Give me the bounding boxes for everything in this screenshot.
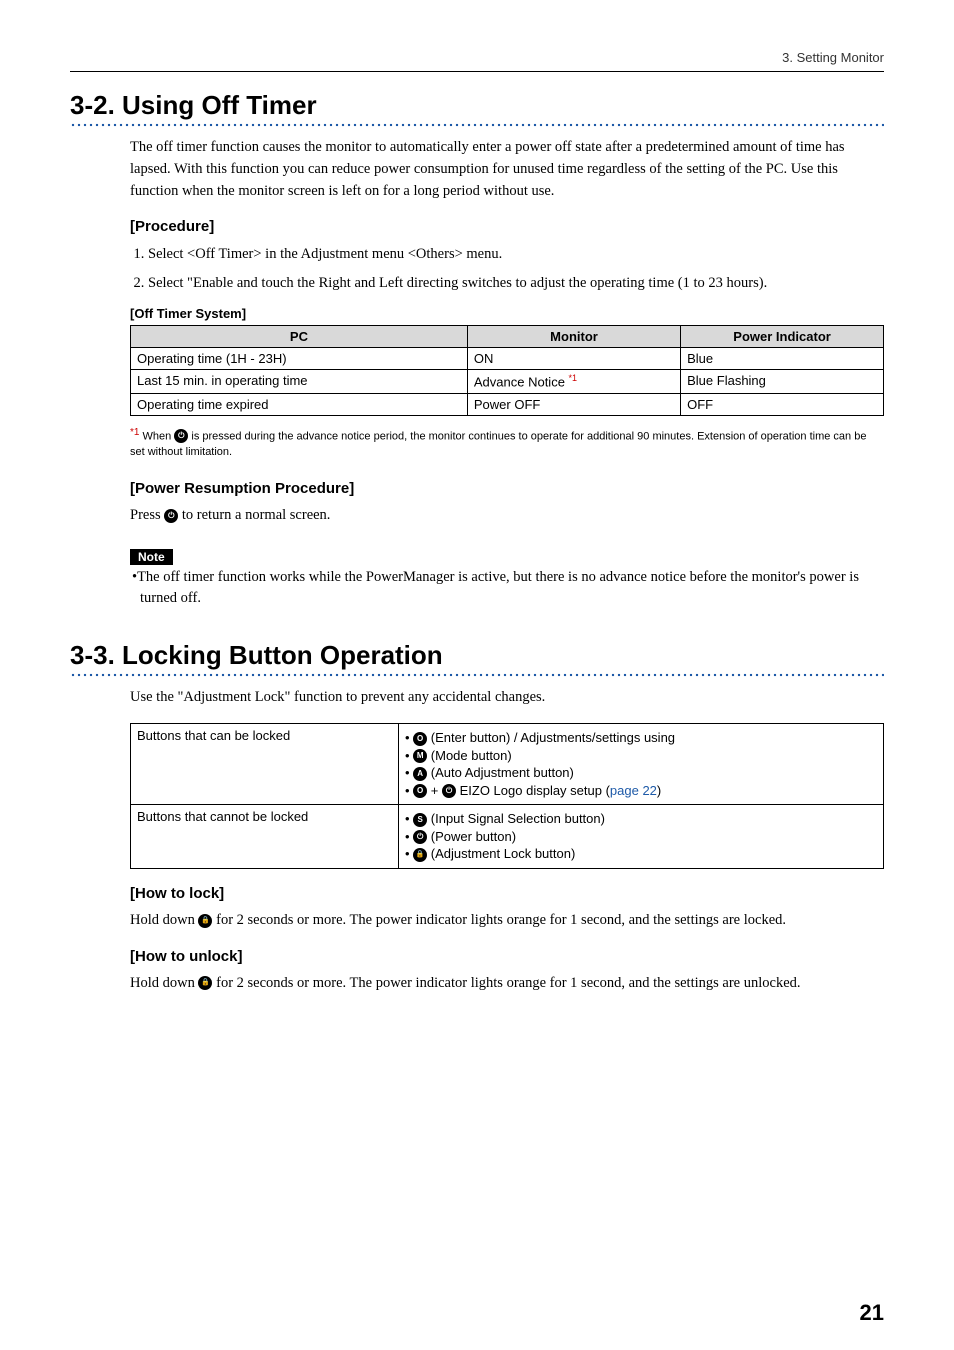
section-3-2-title: 3-2. Using Off Timer	[70, 90, 884, 121]
lock-table: Buttons that can be locked O (Enter butt…	[130, 723, 884, 869]
table-row: Operating time expired Power OFF OFF	[131, 393, 884, 415]
non-lockable-items: S (Input Signal Selection button) ⏻ (Pow…	[399, 805, 884, 869]
section-3-3-title: 3-3. Locking Button Operation	[70, 640, 884, 671]
footnote-prefix: When	[143, 430, 175, 442]
off-timer-table: PC Monitor Power Indicator Operating tim…	[130, 325, 884, 415]
cell: ON	[467, 348, 680, 370]
text: Press	[130, 507, 164, 523]
table-row: Buttons that can be locked O (Enter butt…	[131, 723, 884, 804]
enter-icon: O	[413, 732, 427, 746]
section-3-2-intro: The off timer function causes the monito…	[130, 137, 884, 202]
breadcrumb: 3. Setting Monitor	[70, 50, 884, 65]
power-icon: ⏻	[413, 830, 427, 844]
lockable-item-logo: O + ⏻ EIZO Logo display setup (page 22)	[405, 783, 877, 799]
table-row: Buttons that cannot be locked S (Input S…	[131, 805, 884, 869]
power-icon: ⏻	[174, 429, 188, 443]
cell: Operating time expired	[131, 393, 468, 415]
header-rule	[70, 71, 884, 72]
note-label: Note	[130, 549, 173, 565]
lock-icon: 🔒	[198, 976, 212, 990]
procedure-step-1: Select <Off Timer> in the Adjustment men…	[148, 243, 884, 265]
mode-icon: M	[413, 749, 427, 763]
section-3-3-intro: Use the "Adjustment Lock" function to pr…	[130, 687, 884, 709]
table-header-monitor: Monitor	[467, 326, 680, 348]
auto-icon: A	[413, 767, 427, 781]
cell: Advance Notice *1	[467, 370, 680, 393]
lockable-item-auto: A (Auto Adjustment button)	[405, 765, 877, 781]
cell: Operating time (1H - 23H)	[131, 348, 468, 370]
lockable-label: Buttons that can be locked	[131, 723, 399, 804]
dotted-rule	[70, 123, 884, 127]
table-header-power-indicator: Power Indicator	[681, 326, 884, 348]
footnote: *1 When ⏻ is pressed during the advance …	[130, 426, 884, 460]
procedure-heading: [Procedure]	[130, 218, 884, 235]
cell: Last 15 min. in operating time	[131, 370, 468, 393]
table-row: Operating time (1H - 23H) ON Blue	[131, 348, 884, 370]
lock-icon: 🔒	[413, 848, 427, 862]
power-icon: ⏻	[442, 784, 456, 798]
power-resumption-heading: [Power Resumption Procedure]	[130, 480, 884, 497]
non-lockable-label: Buttons that cannot be locked	[131, 805, 399, 869]
procedure-list: Select <Off Timer> in the Adjustment men…	[130, 243, 884, 294]
page-number: 21	[860, 1300, 884, 1326]
non-lockable-item-lock: 🔒 (Adjustment Lock button)	[405, 846, 877, 862]
footnote-body: is pressed during the advance notice per…	[130, 430, 866, 457]
non-lockable-item-signal: S (Input Signal Selection button)	[405, 811, 877, 827]
signal-icon: S	[413, 813, 427, 827]
how-to-lock-text: Hold down 🔒 for 2 seconds or more. The p…	[130, 910, 884, 932]
how-to-unlock-heading: [How to unlock]	[130, 948, 884, 965]
footnote-ref: *1	[569, 373, 578, 383]
cell: Blue	[681, 348, 884, 370]
enter-icon: O	[413, 784, 427, 798]
lock-icon: 🔒	[198, 914, 212, 928]
lockable-item-enter: O (Enter button) / Adjustments/settings …	[405, 730, 877, 746]
lockable-items: O (Enter button) / Adjustments/settings …	[399, 723, 884, 804]
text: to return a normal screen.	[178, 507, 330, 523]
power-icon: ⏻	[164, 509, 178, 523]
cell: Blue Flashing	[681, 370, 884, 393]
table-row: Last 15 min. in operating time Advance N…	[131, 370, 884, 393]
cell: Power OFF	[467, 393, 680, 415]
dotted-rule	[70, 673, 884, 677]
footnote-marker: *1	[130, 427, 139, 438]
cell: OFF	[681, 393, 884, 415]
how-to-unlock-text: Hold down 🔒 for 2 seconds or more. The p…	[130, 973, 884, 995]
power-resumption-text: Press ⏻ to return a normal screen.	[130, 505, 884, 527]
how-to-lock-heading: [How to lock]	[130, 885, 884, 902]
table-header-pc: PC	[131, 326, 468, 348]
procedure-step-2: Select "Enable and touch the Right and L…	[148, 272, 884, 294]
off-timer-system-heading: [Off Timer System]	[130, 306, 884, 321]
non-lockable-item-power: ⏻ (Power button)	[405, 829, 877, 845]
note-text: •The off timer function works while the …	[130, 567, 884, 611]
page-22-link[interactable]: page 22	[610, 783, 657, 798]
lockable-item-mode: M (Mode button)	[405, 748, 877, 764]
